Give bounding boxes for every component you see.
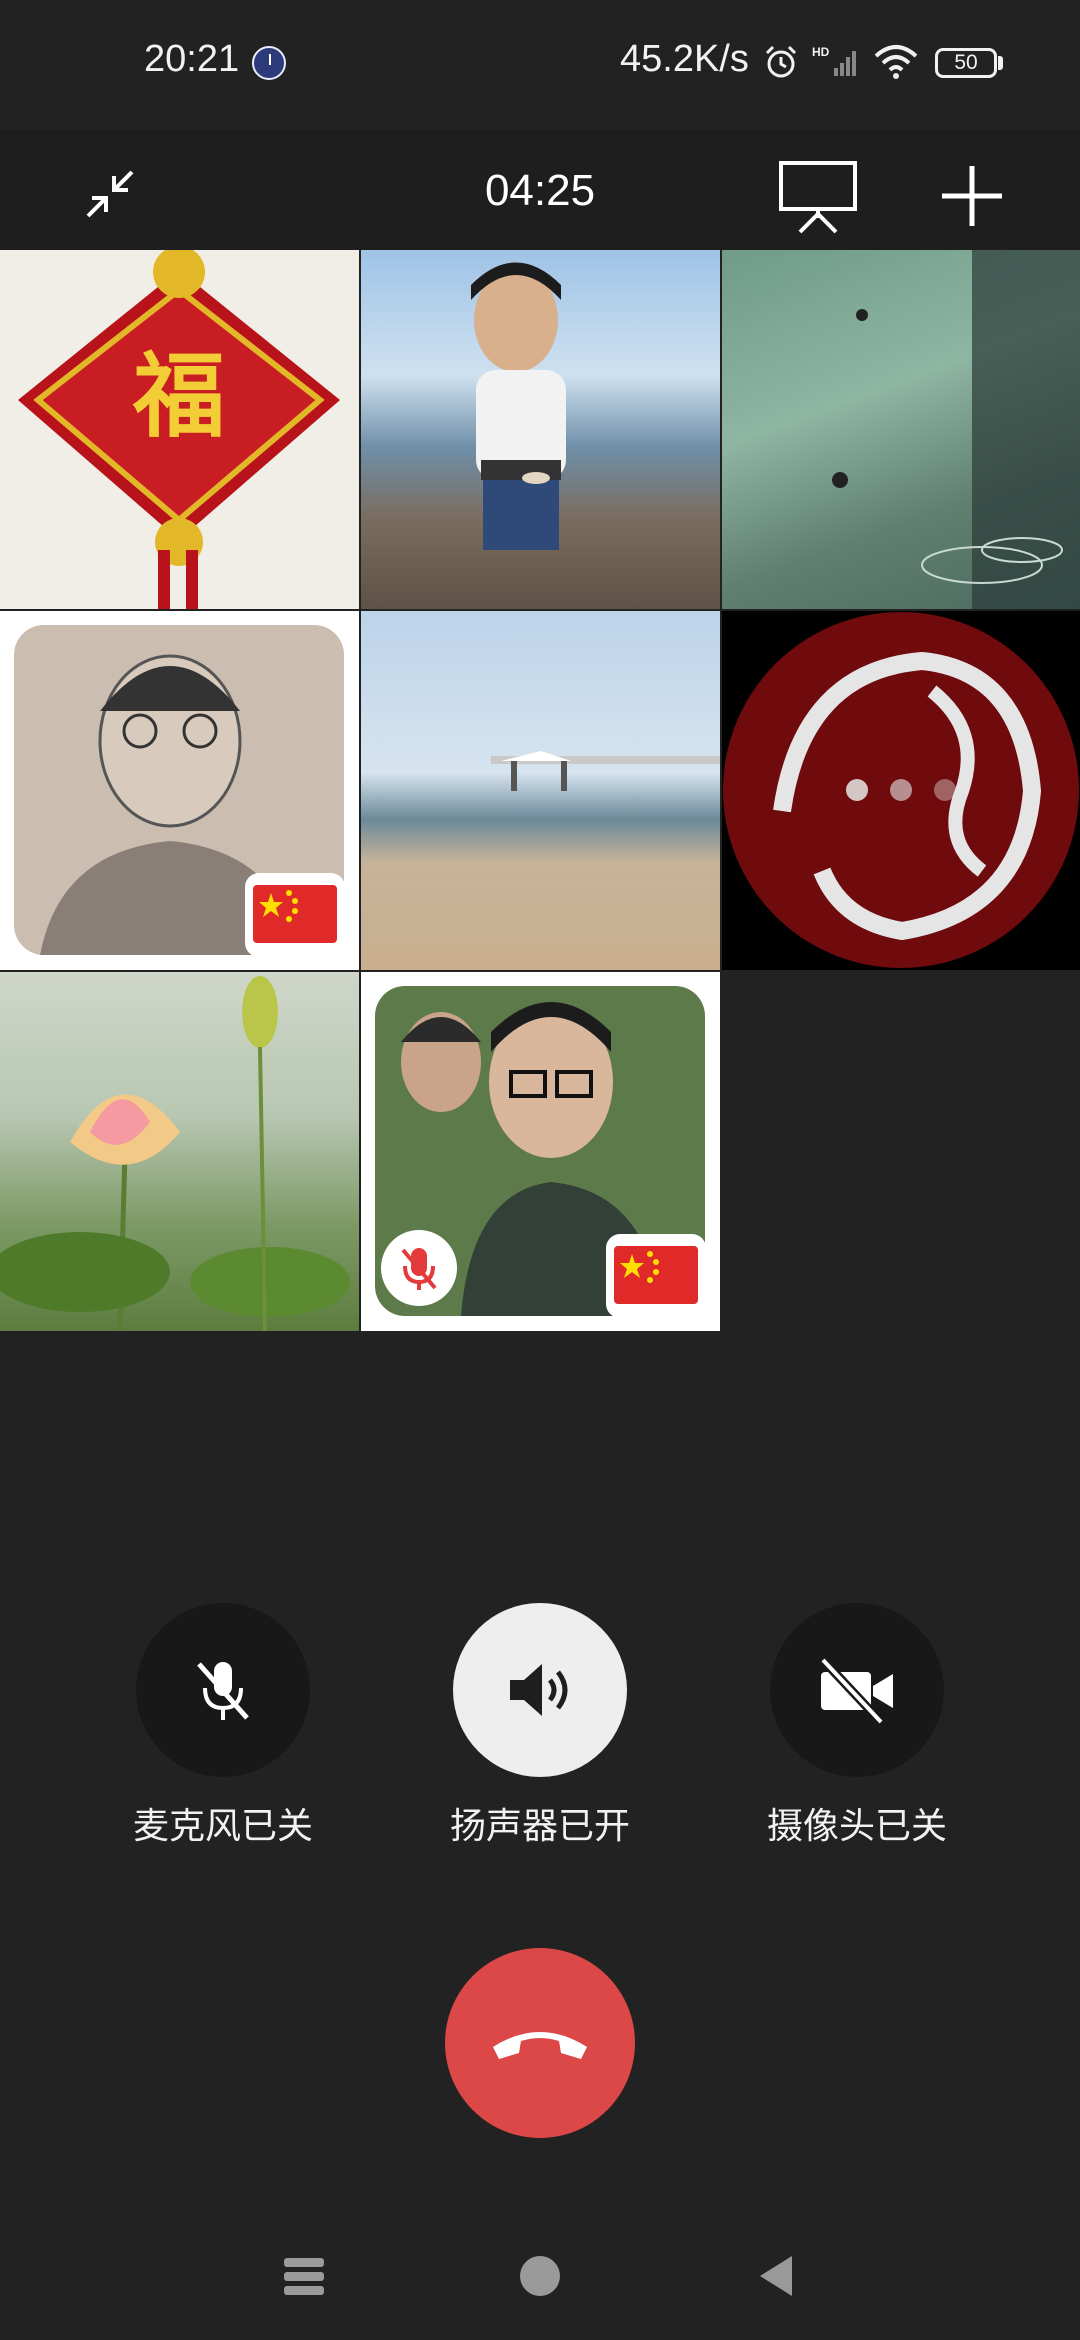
alarm-icon xyxy=(765,45,797,78)
wifi-icon xyxy=(874,45,918,79)
lotus-avatar xyxy=(0,976,350,1331)
speaker-label: 扬声器已开 xyxy=(449,1805,630,1846)
svg-text:福: 福 xyxy=(132,343,225,450)
mic-off-icon xyxy=(197,1662,249,1720)
network-speed: 45.2K/s xyxy=(620,38,749,80)
speaker-toggle-button[interactable] xyxy=(453,1603,627,1777)
participant-tile-4[interactable] xyxy=(0,611,359,970)
chinese-knot-avatar: 福 xyxy=(18,250,340,609)
dragon-logo-avatar xyxy=(723,612,1079,968)
participant-tile-8[interactable] xyxy=(361,972,720,1331)
microphone-label: 麦克风已关 xyxy=(132,1805,313,1846)
add-participant-icon[interactable] xyxy=(938,162,1006,230)
participant-tile-1[interactable]: 福 xyxy=(0,250,359,609)
back-icon[interactable] xyxy=(756,2254,796,2298)
participant-tile-3[interactable] xyxy=(722,250,1080,609)
status-time: 20:21 xyxy=(144,38,240,80)
speaker-on-icon xyxy=(510,1664,568,1716)
cartoon-man-avatar xyxy=(471,262,566,550)
battery-tip xyxy=(998,56,1003,70)
battery-icon: 50 xyxy=(935,48,997,78)
hd-signal-icon: HD xyxy=(812,45,856,76)
camera-toggle-button[interactable] xyxy=(770,1603,944,1777)
flag-icon xyxy=(614,1246,698,1304)
flag-icon xyxy=(253,885,337,943)
participant-grid: 福 xyxy=(0,250,1080,1331)
recent-apps-icon[interactable] xyxy=(282,2254,326,2298)
participant-tile-6[interactable] xyxy=(722,611,1080,970)
camera-label: 摄像头已关 xyxy=(766,1805,947,1846)
participant-muted-badge xyxy=(381,1230,457,1306)
phone-hangup-icon xyxy=(493,2032,587,2059)
mic-off-icon xyxy=(401,1248,437,1290)
system-navigation-bar xyxy=(0,2220,1080,2340)
clock-app-icon xyxy=(252,46,286,80)
camera-off-icon xyxy=(819,1656,893,1726)
beach-pier-avatar xyxy=(491,751,720,791)
participant-tile-2[interactable] xyxy=(361,250,720,609)
hang-up-button[interactable] xyxy=(445,1948,635,2138)
water-avatar xyxy=(832,250,1080,609)
china-flag-badge xyxy=(606,1234,706,1318)
status-bar: 20:21 45.2K/s HD 50 xyxy=(0,0,1080,130)
china-flag-badge xyxy=(245,873,345,957)
home-icon[interactable] xyxy=(518,2254,562,2298)
svg-text:HD: HD xyxy=(812,45,830,59)
participant-tile-7[interactable] xyxy=(0,972,359,1331)
call-timer: 04:25 xyxy=(484,166,596,215)
screen-share-icon[interactable] xyxy=(778,160,858,234)
participant-tile-5[interactable] xyxy=(361,611,720,970)
microphone-toggle-button[interactable] xyxy=(136,1603,310,1777)
